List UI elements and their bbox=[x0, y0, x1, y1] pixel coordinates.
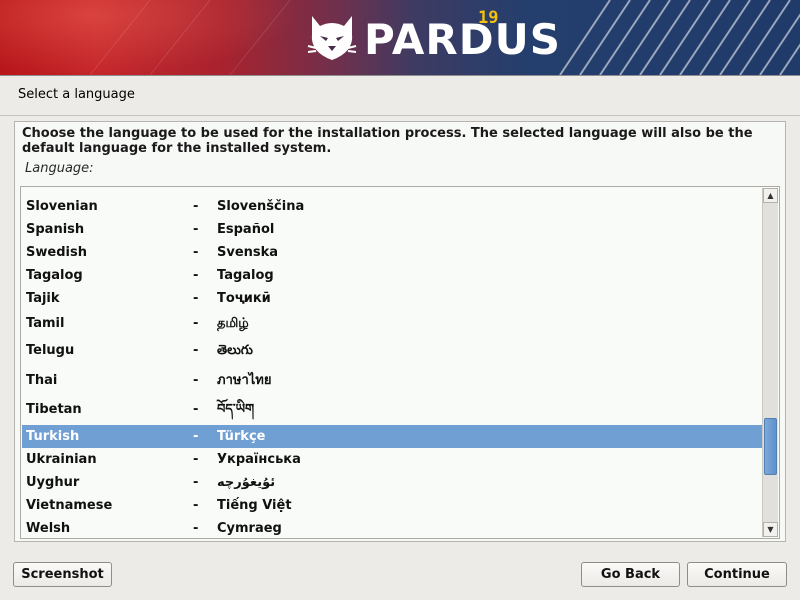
language-native-name: Українська bbox=[217, 452, 301, 467]
language-separator: - bbox=[193, 498, 199, 513]
page-title: Select a language bbox=[18, 87, 135, 102]
arrow-up-icon[interactable]: ▲ bbox=[763, 188, 778, 203]
banner-divider bbox=[0, 75, 800, 76]
language-option[interactable]: Turkish - Türkçe bbox=[22, 425, 762, 448]
language-english-name: Swedish bbox=[26, 245, 87, 260]
language-separator: - bbox=[193, 475, 199, 490]
language-option[interactable]: Spanish - Español bbox=[22, 218, 762, 241]
screenshot-button[interactable]: Screenshot bbox=[13, 562, 112, 587]
language-separator: - bbox=[193, 316, 199, 331]
header-banner: PARDUS 19 bbox=[0, 0, 800, 75]
language-native-name: བོད་ཡིག bbox=[217, 402, 255, 417]
language-option[interactable]: Ukrainian - Українська bbox=[22, 448, 762, 471]
language-separator: - bbox=[193, 291, 199, 306]
language-separator: - bbox=[193, 199, 199, 214]
language-listbox[interactable]: Slovenian - Slovenščina Spanish - Españo… bbox=[20, 186, 780, 539]
language-option[interactable]: Telugu - తెలుగు bbox=[22, 336, 762, 365]
language-separator: - bbox=[193, 245, 199, 260]
language-native-name: ئۇيغۇرچە bbox=[217, 475, 276, 490]
language-separator: - bbox=[193, 222, 199, 237]
language-native-name: Tagalog bbox=[217, 268, 274, 283]
logo-text: PARDUS bbox=[364, 15, 561, 64]
language-native-name: Cymraeg bbox=[217, 521, 282, 536]
content-panel: Choose the language to be used for the i… bbox=[14, 121, 786, 542]
language-english-name: Spanish bbox=[26, 222, 85, 237]
language-english-name: Turkish bbox=[26, 429, 80, 444]
language-option[interactable]: Tamil - தமிழ் bbox=[22, 311, 762, 336]
language-list-label: Language: bbox=[25, 161, 94, 176]
language-english-name: Tagalog bbox=[26, 268, 83, 283]
language-english-name: Vietnamese bbox=[26, 498, 113, 513]
language-option[interactable]: Thai - ภาษาไทย bbox=[22, 366, 762, 395]
logo-version: 19 bbox=[478, 8, 499, 28]
continue-button[interactable]: Continue bbox=[687, 562, 787, 587]
language-separator: - bbox=[193, 268, 199, 283]
language-native-name: Svenska bbox=[217, 245, 279, 260]
language-native-name: Slovenščina bbox=[217, 199, 305, 214]
language-option[interactable]: Slovenian - Slovenščina bbox=[22, 195, 762, 218]
language-english-name: Slovenian bbox=[26, 199, 98, 214]
go-back-button[interactable]: Go Back bbox=[581, 562, 680, 587]
language-native-name: Türkçe bbox=[217, 429, 266, 444]
language-english-name: Welsh bbox=[26, 521, 71, 536]
language-english-name: Thai bbox=[26, 373, 58, 388]
language-option[interactable]: Vietnamese - Tiếng Việt bbox=[22, 494, 762, 517]
language-native-name: Tiếng Việt bbox=[217, 498, 292, 513]
language-separator: - bbox=[193, 429, 199, 444]
title-divider bbox=[0, 115, 800, 116]
language-native-name: Тоҷикӣ bbox=[217, 291, 271, 306]
language-option[interactable]: Swedish - Svenska bbox=[22, 241, 762, 264]
description-text: Choose the language to be used for the i… bbox=[22, 126, 753, 156]
language-native-name: Español bbox=[217, 222, 275, 237]
language-option[interactable]: Tibetan - བོད་ཡིག bbox=[22, 395, 762, 424]
language-option[interactable]: Welsh - Cymraeg bbox=[22, 517, 762, 538]
language-option[interactable]: Tajik - Тоҷикӣ bbox=[22, 287, 762, 310]
pardus-lynx-icon bbox=[307, 16, 357, 60]
language-separator: - bbox=[193, 521, 199, 536]
language-separator: - bbox=[193, 343, 199, 358]
arrow-down-icon[interactable]: ▼ bbox=[763, 522, 778, 537]
language-english-name: Uyghur bbox=[26, 475, 80, 490]
language-separator: - bbox=[193, 452, 199, 467]
language-separator: - bbox=[193, 402, 199, 417]
language-native-name: ภาษาไทย bbox=[217, 373, 272, 388]
language-native-name: తెలుగు bbox=[217, 343, 253, 358]
language-native-name: தமிழ் bbox=[217, 316, 249, 331]
scrollbar-thumb[interactable] bbox=[764, 418, 777, 475]
language-option[interactable]: Tagalog - Tagalog bbox=[22, 264, 762, 287]
language-english-name: Telugu bbox=[26, 343, 75, 358]
language-english-name: Tibetan bbox=[26, 402, 82, 417]
language-english-name: Tamil bbox=[26, 316, 65, 331]
language-english-name: Tajik bbox=[26, 291, 60, 306]
list-scrollbar[interactable]: ▲ ▼ bbox=[762, 188, 778, 537]
language-english-name: Ukrainian bbox=[26, 452, 97, 467]
language-option[interactable]: Uyghur - ئۇيغۇرچە bbox=[22, 471, 762, 494]
language-separator: - bbox=[193, 373, 199, 388]
